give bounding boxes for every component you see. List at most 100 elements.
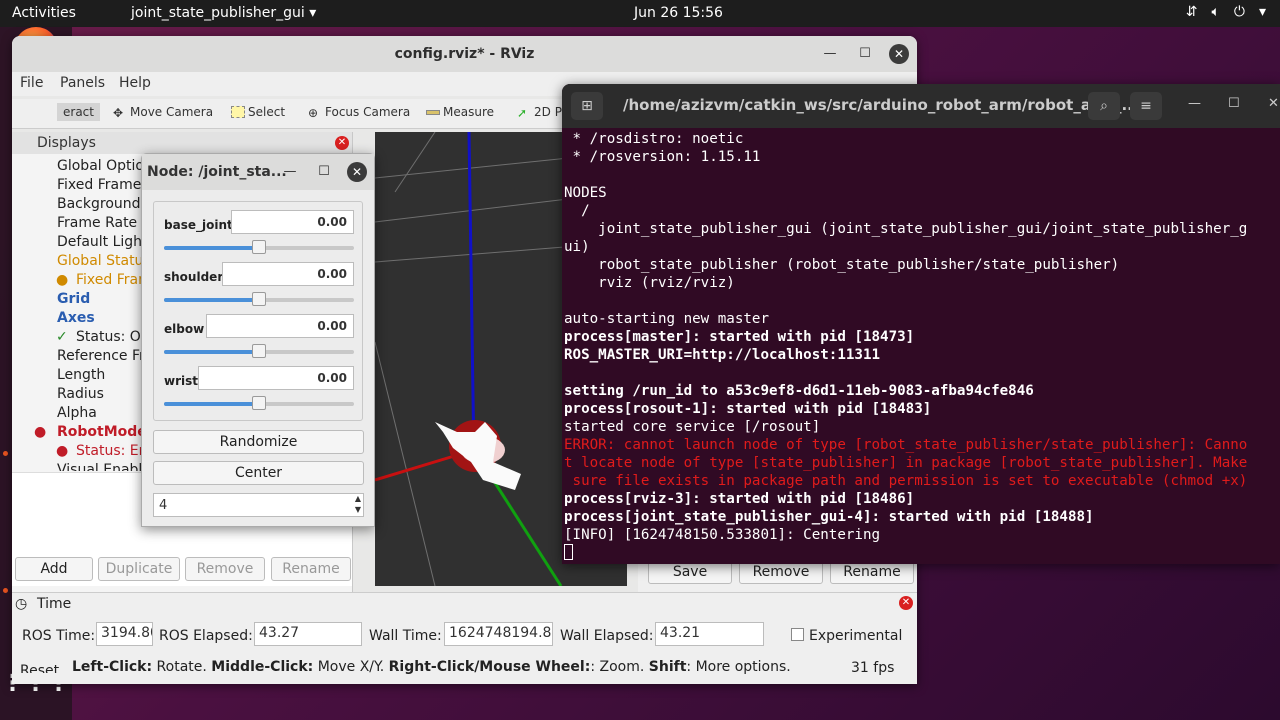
tool-focus-camera[interactable]: ⊕ Focus Camera	[308, 105, 410, 120]
spin-up-icon[interactable]: ▲	[355, 494, 361, 503]
close-button[interactable]: ✕	[889, 44, 909, 64]
display-item[interactable]: Frame Rate	[57, 215, 137, 231]
display-item[interactable]: Default Light	[57, 234, 148, 250]
spin-down-icon[interactable]: ▼	[355, 505, 361, 514]
running-indicator	[3, 588, 8, 593]
tool-measure[interactable]: Measure	[426, 105, 494, 119]
display-item[interactable]: Length	[57, 367, 105, 383]
terminal-line: rviz (rviz/rviz)	[564, 275, 735, 291]
node-window-title: Node: /joint_sta...	[147, 164, 287, 180]
wall-elapsed-field[interactable]: 43.21	[655, 622, 764, 646]
ros-elapsed-label: ROS Elapsed:	[159, 628, 253, 644]
volume-icon[interactable]: 🔈︎	[1211, 4, 1219, 20]
chevron-down-icon[interactable]: ▾	[1259, 4, 1266, 20]
joint-slider[interactable]	[164, 396, 354, 410]
joint-value-field[interactable]: 0.00	[206, 314, 354, 338]
ros-time-field[interactable]: 3194.80	[96, 622, 153, 646]
time-close-icon[interactable]: ✕	[899, 596, 913, 610]
terminal-line: ROS_MASTER_URI=http://localhost:11311	[564, 347, 881, 363]
maximize-button[interactable]: ☐	[855, 44, 875, 64]
top-bar: Activities joint_state_publisher_gui ▾ J…	[0, 0, 1280, 27]
terminal-titlebar[interactable]: ⊞ /home/azizvm/catkin_ws/src/arduino_rob…	[562, 84, 1280, 128]
slider-handle[interactable]	[252, 292, 266, 306]
terminal-line: sure file exists in package path and per…	[564, 473, 1248, 489]
display-item-warning[interactable]: Fixed Fran	[76, 272, 147, 288]
slider-handle[interactable]	[252, 396, 266, 410]
slider-handle[interactable]	[252, 344, 266, 358]
spin-box[interactable]: 4 ▲ ▼	[153, 493, 364, 517]
display-item-robotmodel[interactable]: RobotMode	[57, 424, 147, 440]
tool-interact[interactable]: eract	[57, 103, 100, 121]
node-titlebar[interactable]: Node: /joint_sta...	[142, 154, 374, 190]
randomize-button[interactable]: Randomize	[153, 430, 364, 454]
display-item-status-ok[interactable]: Status: Ol	[76, 329, 145, 345]
select-icon	[231, 106, 245, 118]
clock[interactable]: Jun 26 15:56	[634, 5, 723, 21]
joint-value-field[interactable]: 0.00	[198, 366, 354, 390]
joint-slider[interactable]	[164, 292, 354, 306]
display-item[interactable]: Alpha	[57, 405, 97, 421]
tool-select[interactable]: Select	[231, 105, 285, 119]
reset-button[interactable]: Reset	[20, 663, 59, 673]
app-menu[interactable]: joint_state_publisher_gui ▾	[131, 5, 316, 21]
tool-move-camera[interactable]: ✥ Move Camera	[113, 105, 213, 120]
wall-time-field[interactable]: 1624748194.84	[444, 622, 553, 646]
menu-help[interactable]: Help	[119, 75, 151, 91]
close-button[interactable]: ✕	[1268, 96, 1279, 111]
activities-button[interactable]: Activities	[12, 5, 76, 21]
terminal-line: robot_state_publisher (robot_state_publi…	[564, 257, 1120, 273]
display-item-axes[interactable]: Axes	[57, 310, 95, 326]
tool-select-label: Select	[248, 105, 286, 119]
displays-close-icon[interactable]: ✕	[335, 136, 349, 150]
displays-title: Displays	[37, 135, 96, 151]
center-button[interactable]: Center	[153, 461, 364, 485]
search-icon[interactable]: ⌕	[1088, 92, 1120, 120]
maximize-button[interactable]: ☐	[1228, 96, 1240, 111]
terminal-output[interactable]: * /rosdistro: noetic * /rosversion: 1.15…	[564, 130, 1280, 562]
network-icon[interactable]: ⇵	[1186, 4, 1198, 20]
menu-panels[interactable]: Panels	[60, 75, 105, 91]
display-item-global-status[interactable]: Global Status	[57, 253, 151, 269]
minimize-button[interactable]: —	[1188, 96, 1201, 111]
power-icon[interactable]: ⏻	[1234, 4, 1245, 20]
maximize-button[interactable]: ☐	[314, 162, 334, 182]
display-item[interactable]: Global Optio	[57, 158, 144, 174]
minimize-button[interactable]: —	[820, 44, 840, 64]
close-button[interactable]: ✕	[347, 162, 367, 182]
display-item[interactable]: Fixed Frame	[57, 177, 141, 193]
terminal-line: process[rosout-1]: started with pid [184…	[564, 401, 932, 417]
hamburger-menu-icon[interactable]: ≡	[1130, 92, 1162, 120]
add-button[interactable]: Add	[15, 557, 93, 581]
status-right-click: Right-Click/Mouse Wheel:	[388, 659, 591, 675]
display-item[interactable]: Radius	[57, 386, 104, 402]
system-tray[interactable]: ⇵ 🔈︎ ⏻ ▾	[1186, 4, 1266, 20]
joint-slider[interactable]	[164, 240, 354, 254]
ros-elapsed-field[interactable]: 43.27	[254, 622, 362, 646]
spin-value: 4	[159, 498, 168, 513]
terminal-line: process[rviz-3]: started with pid [18486…	[564, 491, 915, 507]
display-item[interactable]: Visual Enable	[57, 462, 151, 471]
time-panel: ◷ Time ✕ ROS Time: 3194.80 ROS Elapsed: …	[12, 592, 917, 684]
joint-slider[interactable]	[164, 344, 354, 358]
experimental-checkbox[interactable]	[791, 628, 804, 641]
menu-file[interactable]: File	[20, 75, 43, 91]
joint-value-field[interactable]: 0.00	[222, 262, 354, 286]
status-rotate: Rotate.	[156, 659, 207, 675]
display-item[interactable]: Background	[57, 196, 141, 212]
error-icon: ●	[34, 424, 47, 440]
tool-interact-label: eract	[63, 105, 94, 119]
minimize-button[interactable]: —	[280, 162, 300, 182]
displays-header: Displays	[12, 132, 352, 154]
new-tab-icon[interactable]: ⊞	[571, 92, 603, 120]
clock-icon: ◷	[15, 596, 28, 612]
display-item-status-error[interactable]: Status: Er	[76, 443, 144, 459]
terminal-line: process[master]: started with pid [18473…	[564, 329, 915, 345]
joint-row-base: base_joint 0.00	[154, 210, 364, 262]
display-item[interactable]: Reference Fr	[57, 348, 145, 364]
z-axis	[467, 132, 476, 463]
rviz-titlebar[interactable]: config.rviz* - RViz	[12, 36, 917, 72]
display-item-grid[interactable]: Grid	[57, 291, 90, 307]
slider-handle[interactable]	[252, 240, 266, 254]
terminal-line: joint_state_publisher_gui (joint_state_p…	[564, 221, 1248, 237]
joint-value-field[interactable]: 0.00	[231, 210, 354, 234]
